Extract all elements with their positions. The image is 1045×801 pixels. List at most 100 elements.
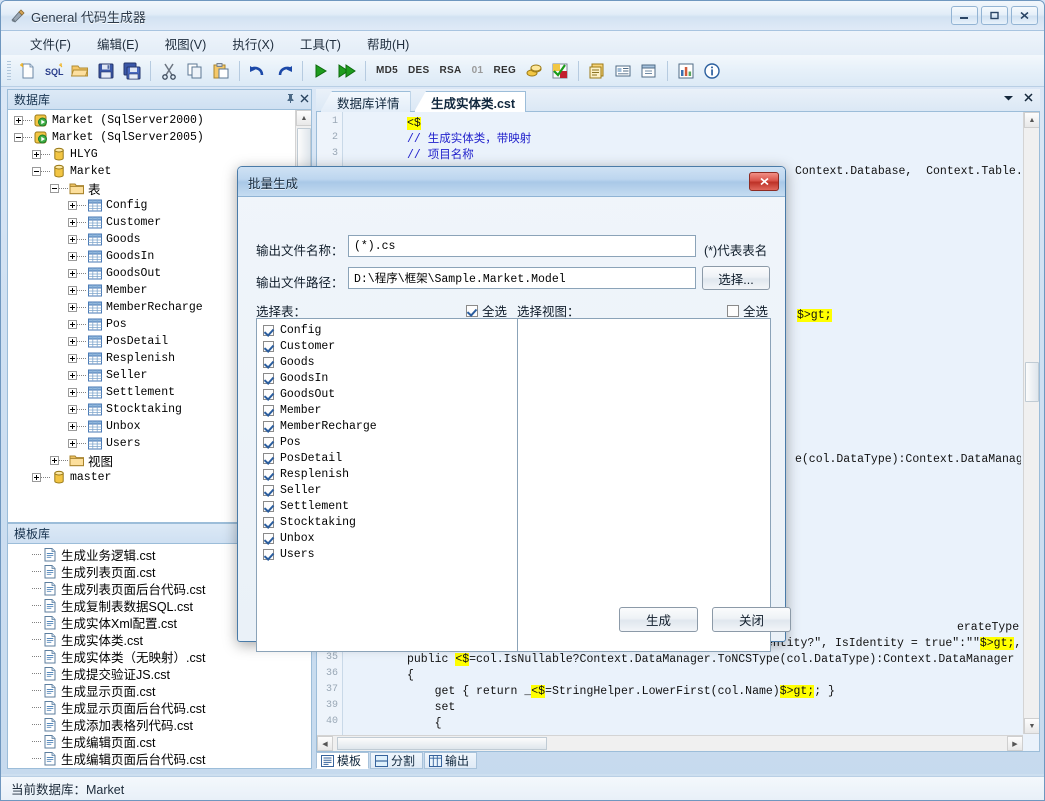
table-list-item[interactable]: PosDetail	[257, 450, 524, 466]
code-line[interactable]: e(col.DataType):Context.DataManage	[795, 452, 1021, 468]
table-list-item[interactable]: Customer	[257, 338, 524, 354]
table-list-item[interactable]: Config	[257, 322, 524, 338]
code-line[interactable]: // 生成实体类，带映射	[407, 132, 531, 148]
code-line[interactable]: <$	[407, 116, 421, 132]
template-list-item[interactable]: 生成编辑页面后台代码.cst	[8, 750, 311, 767]
output-file-name-input[interactable]: (*).cs	[348, 235, 696, 257]
table-item-checkbox[interactable]	[263, 532, 274, 544]
table-list-item[interactable]: Goods	[257, 354, 524, 370]
menu-help[interactable]: 帮助(H)	[354, 31, 422, 56]
scroll-left-arrow[interactable]: ◀	[317, 736, 333, 751]
pin-icon[interactable]	[283, 93, 297, 107]
collapse-icon[interactable]	[14, 133, 23, 142]
expand-icon[interactable]	[68, 286, 77, 295]
table-item-checkbox[interactable]	[263, 356, 274, 368]
info-icon[interactable]	[699, 58, 725, 84]
table-list-item[interactable]: Unbox	[257, 530, 524, 546]
code-line[interactable]: Context.Database, Context.Table.Na	[795, 164, 1021, 180]
expand-icon[interactable]	[32, 473, 41, 482]
table-list-item[interactable]: MemberRecharge	[257, 418, 524, 434]
table-list-item[interactable]: Pos	[257, 434, 524, 450]
run-all-icon[interactable]	[334, 58, 360, 84]
expand-icon[interactable]	[68, 422, 77, 431]
bottom-tab-split[interactable]: 分割	[370, 752, 424, 769]
table-list-item[interactable]: Stocktaking	[257, 514, 524, 530]
table-list-item[interactable]: Resplenish	[257, 466, 524, 482]
expand-icon[interactable]	[68, 303, 77, 312]
undo-icon[interactable]	[245, 58, 271, 84]
binary-icon[interactable]: 01	[467, 58, 489, 84]
expand-icon[interactable]	[68, 218, 77, 227]
table-list-item[interactable]: GoodsOut	[257, 386, 524, 402]
template-list-item[interactable]: 生成提交验证JS.cst	[8, 665, 311, 682]
code-line[interactable]: {	[407, 716, 442, 732]
code-line[interactable]: erateType.Auto<$}else{$>gt;GenerateTy	[957, 620, 1021, 636]
chart-icon[interactable]	[673, 58, 699, 84]
expand-icon[interactable]	[68, 337, 77, 346]
expand-icon[interactable]	[32, 150, 41, 159]
table-list-item[interactable]: Settlement	[257, 498, 524, 514]
maximize-button[interactable]	[981, 6, 1008, 25]
code-line[interactable]: set	[407, 700, 456, 716]
template-list-item[interactable]: 生成表格列配置.cst	[8, 767, 311, 768]
template-list-item[interactable]: 生成显示页面后台代码.cst	[8, 699, 311, 716]
open-folder-icon[interactable]	[67, 58, 93, 84]
db-tree-item[interactable]: Market (SqlServer2005)	[8, 129, 295, 146]
table-item-checkbox[interactable]	[263, 516, 274, 528]
output-file-path-input[interactable]: D:\程序\框架\Sample.Market.Model	[348, 267, 696, 289]
dialog-close-action-button[interactable]: 关闭	[712, 607, 791, 632]
table-item-checkbox[interactable]	[263, 420, 274, 432]
des-icon[interactable]: DES	[403, 58, 434, 84]
table-item-checkbox[interactable]	[263, 500, 274, 512]
views-select-all-checkbox[interactable]	[727, 304, 739, 317]
save-icon[interactable]	[93, 58, 119, 84]
new-file-icon[interactable]	[15, 58, 41, 84]
browse-button[interactable]: 选择...	[702, 266, 770, 290]
table-item-checkbox[interactable]	[263, 452, 274, 464]
dialog-close-button[interactable]	[749, 172, 779, 191]
menu-file[interactable]: 文件(F)	[17, 31, 84, 56]
close-icon[interactable]	[297, 93, 311, 107]
tab-db-detail[interactable]: 数据库详情	[320, 91, 411, 112]
expand-icon[interactable]	[68, 405, 77, 414]
minimize-button[interactable]	[951, 6, 978, 25]
expand-icon[interactable]	[68, 354, 77, 363]
chevron-down-icon[interactable]	[1003, 93, 1014, 105]
code-line[interactable]: get { return _<$=StringHelper.LowerFirst…	[407, 684, 835, 700]
code-line[interactable]: {	[407, 668, 414, 684]
menu-run[interactable]: 执行(X)	[219, 31, 287, 56]
run-icon[interactable]	[308, 58, 334, 84]
expand-icon[interactable]	[68, 235, 77, 244]
scroll-up-arrow[interactable]: ▲	[1024, 112, 1039, 128]
template-list-item[interactable]: 生成添加表格列代码.cst	[8, 716, 311, 733]
menu-tools[interactable]: 工具(T)	[287, 31, 354, 56]
batch-generate-icon[interactable]	[584, 58, 610, 84]
card-icon[interactable]	[610, 58, 636, 84]
sql-icon[interactable]: SQL	[41, 58, 67, 84]
color-picker-icon[interactable]	[547, 58, 573, 84]
tables-listbox[interactable]: Config Customer Goods GoodsIn GoodsOut Member…	[256, 318, 525, 652]
rsa-icon[interactable]: RSA	[434, 58, 466, 84]
toolbar-grip[interactable]	[7, 60, 11, 81]
db-tree-item[interactable]: HLYG	[8, 146, 295, 163]
collapse-icon[interactable]	[50, 184, 59, 193]
code-hscrollbar[interactable]: ◀ ▶	[317, 735, 1023, 751]
paste-icon[interactable]	[208, 58, 234, 84]
table-item-checkbox[interactable]	[263, 340, 274, 352]
expand-icon[interactable]	[68, 269, 77, 278]
table-list-item[interactable]: Seller	[257, 482, 524, 498]
expand-icon[interactable]	[68, 439, 77, 448]
expand-icon[interactable]	[68, 320, 77, 329]
table-item-checkbox[interactable]	[263, 468, 274, 480]
generate-button[interactable]: 生成	[619, 607, 698, 632]
table-item-checkbox[interactable]	[263, 548, 274, 560]
table-item-checkbox[interactable]	[263, 324, 274, 336]
table-list-item[interactable]: Users	[257, 546, 524, 562]
scroll-up-arrow[interactable]: ▲	[296, 110, 311, 126]
views-listbox[interactable]	[517, 318, 771, 652]
code-vscrollbar[interactable]: ▲ ▼	[1023, 112, 1039, 734]
code-line[interactable]: $>gt;	[797, 308, 832, 324]
table-item-checkbox[interactable]	[263, 388, 274, 400]
save-all-icon[interactable]	[119, 58, 145, 84]
md5-icon[interactable]: MD5	[371, 58, 403, 84]
